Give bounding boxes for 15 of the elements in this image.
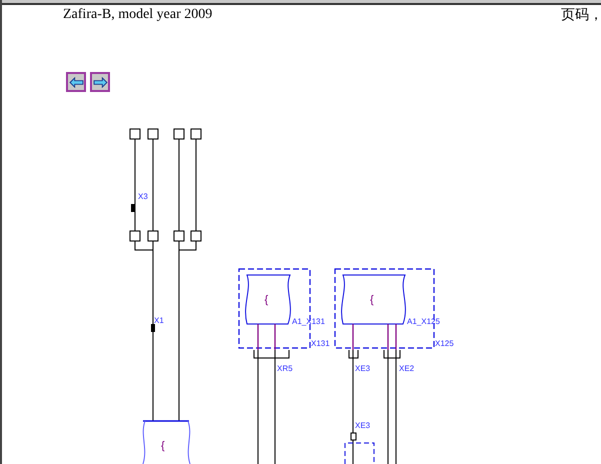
housing-label: X125 — [435, 339, 454, 348]
module-label: A1_X131 — [292, 317, 325, 326]
plug-label: XR5 — [277, 364, 293, 373]
document-title: Zafira-B, model year 2009 — [63, 7, 212, 23]
module-symbol: { — [370, 294, 374, 306]
connector-label: X3 — [138, 192, 148, 201]
plug-label: XE3 — [355, 421, 370, 430]
page-number-label: 页码， — [561, 7, 601, 24]
module-symbol: { — [161, 440, 165, 452]
module-label: A1_X125 — [407, 317, 440, 326]
plug-label: XE3 — [355, 364, 370, 373]
housing-label: X131 — [311, 339, 330, 348]
connector-label: X1 — [154, 316, 164, 325]
plug-label: XE2 — [399, 364, 414, 373]
module-symbol: { — [264, 294, 268, 306]
